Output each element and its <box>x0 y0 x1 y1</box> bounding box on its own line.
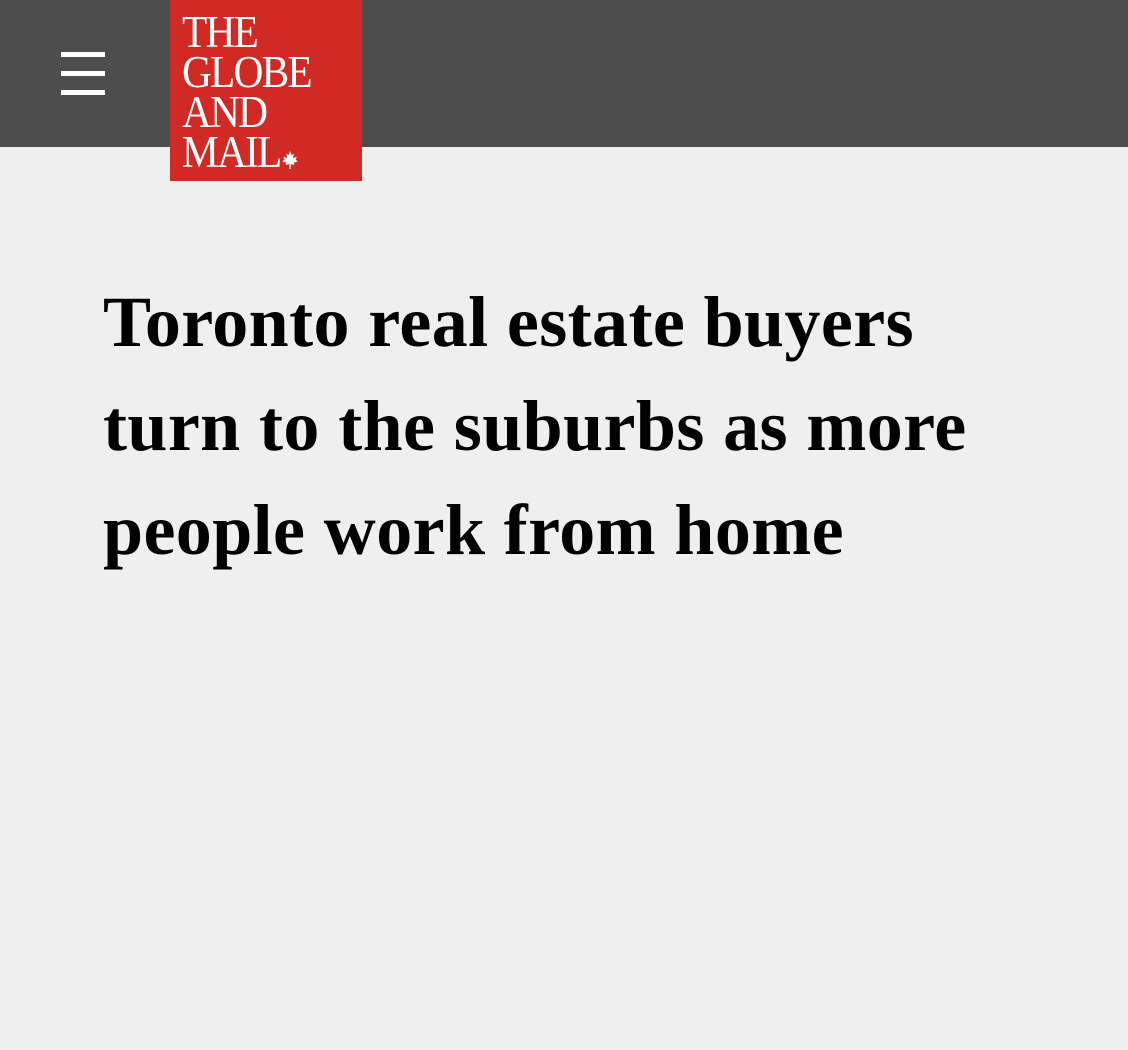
logo-wordmark: THE GLOBE AND MAIL <box>182 7 357 175</box>
maple-leaf-icon <box>282 134 298 174</box>
logo-line-and: AND <box>182 87 268 137</box>
hamburger-menu-icon-line <box>61 52 105 57</box>
logo-line-mail-row: MAIL <box>182 130 343 175</box>
top-navigation-bar: THE GLOBE AND MAIL <box>0 0 1128 181</box>
logo-line-mail: MAIL <box>182 127 282 177</box>
hamburger-menu-icon-line <box>61 90 105 95</box>
logo-line-the: THE <box>182 7 259 57</box>
menu-button[interactable] <box>61 52 105 96</box>
hamburger-menu-icon-line <box>61 71 105 76</box>
globe-and-mail-logo[interactable]: THE GLOBE AND MAIL <box>170 0 362 181</box>
article-headline: Toronto real estate buyers turn to the s… <box>103 282 967 570</box>
logo-line-globe: GLOBE <box>182 47 313 97</box>
